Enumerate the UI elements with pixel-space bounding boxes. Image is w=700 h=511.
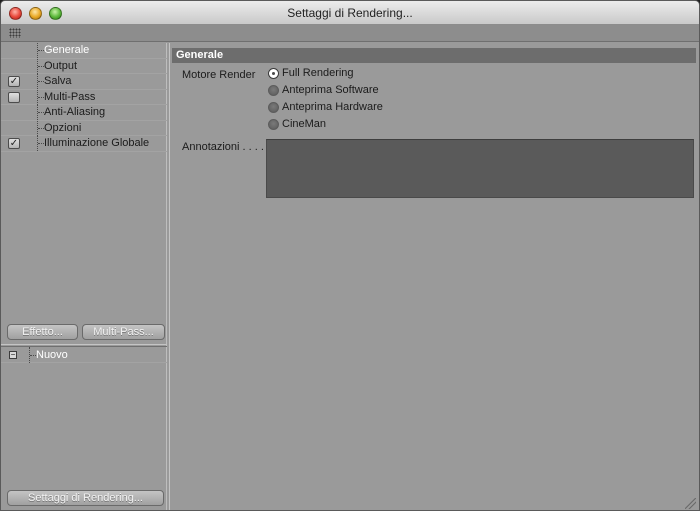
motore-render-label: Motore Render bbox=[182, 69, 256, 81]
tree-connector bbox=[37, 74, 44, 89]
radio-label: Anteprima Software bbox=[282, 84, 379, 96]
tree-item-label: Output bbox=[44, 59, 78, 72]
window-title: Settaggi di Rendering... bbox=[287, 6, 413, 20]
tree-item-label: Opzioni bbox=[44, 121, 82, 134]
tree-item-label: Illuminazione Globale bbox=[44, 137, 150, 149]
tree-item-output[interactable]: Output bbox=[1, 58, 167, 74]
tree-item-label: Multi-Pass bbox=[44, 90, 96, 103]
illuminazione-globale-checkbox[interactable]: ✓ bbox=[8, 138, 20, 149]
radio-label: CineMan bbox=[282, 118, 327, 130]
tree-connector bbox=[37, 120, 44, 136]
tree-item-anti-aliasing[interactable]: Anti-Aliasing bbox=[1, 105, 167, 121]
tree-connector bbox=[29, 347, 36, 363]
render-settings-window: Settaggi di Rendering... Generale Output… bbox=[0, 0, 700, 511]
tree-connector bbox=[37, 136, 44, 151]
title-bar: Settaggi di Rendering... bbox=[1, 1, 699, 25]
tree-item-label: Generale bbox=[44, 44, 90, 56]
tree-connector bbox=[37, 105, 44, 120]
toolbar bbox=[1, 25, 699, 42]
tree-item-illuminazione-globale[interactable]: ✓ Illuminazione Globale bbox=[1, 136, 167, 152]
grip-icon[interactable] bbox=[9, 28, 21, 38]
list-item-label: Nuovo bbox=[36, 349, 68, 361]
radio-selected-icon bbox=[268, 68, 279, 79]
annotazioni-label: Annotazioni . . . . bbox=[182, 141, 264, 153]
settaggi-di-rendering-button[interactable]: Settaggi di Rendering... bbox=[7, 490, 164, 506]
left-panel: Generale Output ✓ Salva Multi-Pass Anti-… bbox=[1, 43, 167, 510]
tree-item-salva[interactable]: ✓ Salva bbox=[1, 74, 167, 90]
annotazioni-textarea[interactable] bbox=[266, 139, 694, 198]
multi-pass-checkbox[interactable] bbox=[8, 91, 20, 103]
tree-item-label: Anti-Aliasing bbox=[44, 106, 106, 118]
settings-list: − Nuovo bbox=[1, 347, 167, 363]
resize-grip-icon[interactable] bbox=[685, 498, 696, 509]
tree-item-generale[interactable]: Generale bbox=[1, 43, 167, 59]
radio-unselected-icon bbox=[268, 119, 279, 130]
tree-item-label: Salva bbox=[44, 75, 72, 87]
radio-unselected-icon bbox=[268, 102, 279, 113]
radio-label: Full Rendering bbox=[282, 67, 354, 79]
tree-connector bbox=[37, 58, 44, 74]
effetto-button[interactable]: Effetto... bbox=[7, 324, 78, 340]
section-header: Generale bbox=[172, 48, 696, 63]
collapse-icon[interactable]: − bbox=[9, 351, 17, 359]
tree-item-opzioni[interactable]: Opzioni bbox=[1, 120, 167, 136]
salva-checkbox[interactable]: ✓ bbox=[8, 76, 20, 87]
tree-connector bbox=[37, 89, 44, 105]
settings-tree: Generale Output ✓ Salva Multi-Pass Anti-… bbox=[1, 43, 167, 152]
tree-connector bbox=[37, 43, 44, 58]
list-item-nuovo[interactable]: − Nuovo bbox=[1, 347, 167, 363]
radio-unselected-icon bbox=[268, 85, 279, 96]
radio-label: Anteprima Hardware bbox=[282, 101, 383, 113]
multi-pass-button[interactable]: Multi-Pass... bbox=[82, 324, 165, 340]
tree-item-multi-pass[interactable]: Multi-Pass bbox=[1, 89, 167, 105]
main-panel: Generale Motore Render Full Rendering An… bbox=[169, 43, 699, 510]
